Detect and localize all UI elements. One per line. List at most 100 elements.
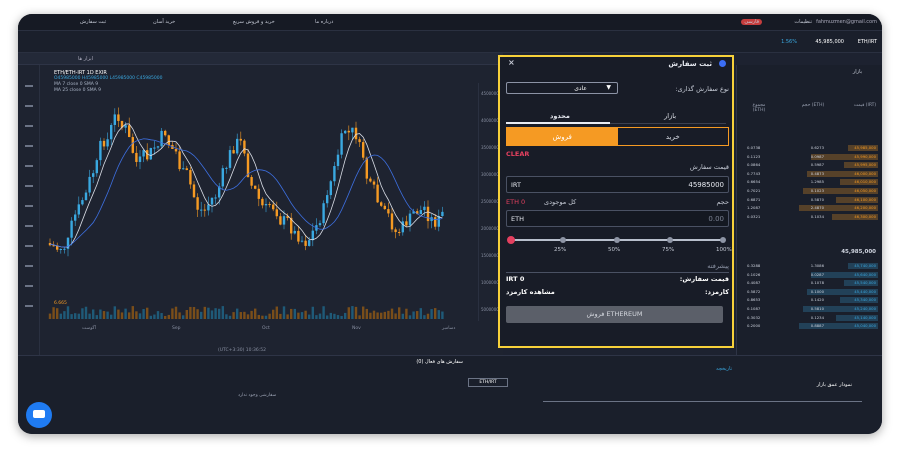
- zoom-icon[interactable]: [25, 225, 33, 227]
- orderbook-row[interactable]: 45,040,000 0.8887 0.2000: [741, 323, 878, 330]
- volume-bar: [376, 312, 379, 319]
- pattern-icon[interactable]: [25, 185, 33, 187]
- orderbook-cell: 0.7021: [747, 188, 761, 193]
- nav-item-settings[interactable]: تنظیمات: [794, 19, 812, 25]
- trash-icon[interactable]: [25, 305, 33, 307]
- volume-bar: [329, 312, 332, 319]
- nav-item-easy-buy[interactable]: خرید آسان: [153, 19, 175, 25]
- volume-bar: [354, 306, 358, 319]
- candlestick-plot[interactable]: [42, 83, 477, 321]
- volume-bar: [225, 314, 228, 319]
- orderbook-cell: 45,990,000: [854, 153, 876, 159]
- order-type-select[interactable]: عادی ▼: [506, 82, 618, 94]
- advanced-toggle[interactable]: پیشرفته: [707, 262, 729, 270]
- fee-link[interactable]: مشاهده کارمزد: [506, 288, 555, 296]
- nav-item-order[interactable]: ثبت سفارش: [80, 19, 106, 25]
- ruler-icon[interactable]: [25, 205, 33, 207]
- order-panel: ثبت سفارش × نوع سفارش گذاری: عادی ▼ بازا…: [498, 55, 734, 348]
- slider-handle[interactable]: [507, 236, 515, 244]
- orderbook-row[interactable]: 45,140,000 0.1234 0.3032: [741, 314, 878, 321]
- fib-icon[interactable]: [25, 125, 33, 127]
- eye-icon[interactable]: [25, 285, 33, 287]
- candle-body: [236, 138, 239, 154]
- orderbook-cell: 0.1034: [810, 213, 824, 219]
- orderbook-row[interactable]: 45,985,000 0.6273 0.0738: [741, 145, 878, 151]
- volume-bar: [131, 306, 134, 319]
- volume-bar: [336, 315, 340, 319]
- orderbook-row[interactable]: 46,300,000 0.1034 0.0321: [741, 213, 878, 220]
- slider-mark-25[interactable]: 25%: [554, 247, 566, 253]
- orderbook-row[interactable]: 45,340,000 0.1420 0.8653: [741, 297, 878, 304]
- orderbook-row[interactable]: 45,995,000 0.5987 0.0864: [741, 162, 878, 169]
- volume-bar: [430, 309, 433, 319]
- candle-body: [372, 181, 376, 185]
- orderbook-row[interactable]: 46,000,000 0.4873 0.7743: [741, 170, 878, 177]
- orderbook-cell: 1.2985: [810, 179, 824, 185]
- sell-tab[interactable]: فروش: [507, 128, 618, 145]
- candle-body: [347, 130, 350, 133]
- order-panel-title: ثبت سفارش: [668, 60, 712, 68]
- amount-input[interactable]: 0.00 ETH: [506, 210, 729, 227]
- orderbook-row[interactable]: 45,440,000 0.1000 0.5872: [741, 288, 878, 295]
- slider-mark-100[interactable]: 100%: [716, 247, 732, 253]
- chat-icon: [33, 410, 45, 418]
- candle-body: [200, 209, 203, 211]
- candle-body: [149, 148, 152, 160]
- text-icon[interactable]: [25, 165, 33, 167]
- nav-item-quick-trade[interactable]: خرید و فروش سریع: [233, 19, 275, 25]
- candle-body: [326, 195, 329, 204]
- cursor-icon[interactable]: [25, 85, 33, 87]
- candle-body: [84, 192, 88, 201]
- user-email[interactable]: fahmuzmen@gmail.com: [816, 19, 877, 25]
- orderbook-row[interactable]: 46,100,000 0.5870 0.6871: [741, 196, 878, 203]
- orderbook-row[interactable]: 45,540,000 0.1078 0.4087: [741, 280, 878, 287]
- orderbook-row[interactable]: 45,640,000 0.0287 0.1026: [741, 271, 878, 278]
- chat-support-button[interactable]: [26, 402, 52, 428]
- price-chart[interactable]: ETH/ETH-IRT 1D EXIR O45985000 H45985000 …: [18, 65, 503, 355]
- tab-tools[interactable]: ابزار ها: [78, 56, 93, 62]
- trend-line-icon[interactable]: [25, 105, 33, 107]
- volume-bar: [358, 315, 361, 319]
- volume-bar: [160, 313, 163, 319]
- orderbook-row[interactable]: 45,240,000 0.5810 0.1087: [741, 306, 878, 312]
- volume-bar: [405, 308, 408, 319]
- orders-filter[interactable]: ETH/IRT: [468, 378, 508, 387]
- time-axis: آگوست Sep Oct Nov دسامبر: [42, 323, 477, 335]
- tab-market[interactable]: بازار: [664, 112, 676, 120]
- orderbook-row[interactable]: 46,010,000 1.2985 0.6654: [741, 179, 878, 186]
- price-input[interactable]: 45985000 IRT: [506, 176, 729, 193]
- volume-bar: [232, 312, 235, 319]
- orderbook-row[interactable]: 46,050,000 0.1023 0.7021: [741, 188, 878, 194]
- volume-bar: [243, 311, 246, 319]
- slider-mark-50[interactable]: 50%: [608, 247, 620, 253]
- market-pair[interactable]: ETH/IRT: [858, 39, 877, 45]
- orderbook-cell: 46,010,000: [854, 179, 876, 185]
- candle-body: [441, 211, 444, 217]
- volume-bar: [146, 307, 149, 319]
- volume-bar: [207, 307, 210, 319]
- orderbook-cell: 0.0987: [810, 153, 824, 159]
- lock-icon[interactable]: [25, 265, 33, 267]
- candle-body: [401, 221, 404, 233]
- language-switch[interactable]: فارسی: [741, 19, 762, 25]
- tab-limit[interactable]: محدود: [550, 112, 570, 120]
- nav-item-about[interactable]: درباره ما: [315, 19, 333, 25]
- balance-value[interactable]: ETH 0: [506, 198, 525, 206]
- magnet-icon[interactable]: [25, 245, 33, 247]
- close-icon[interactable]: ×: [508, 58, 515, 67]
- info-icon: [719, 60, 726, 67]
- orderbook-row[interactable]: 45,990,000 0.0987 0.1123: [741, 153, 878, 160]
- orderbook-row[interactable]: 45,740,000 1.3086 0.3288: [741, 263, 878, 269]
- history-link[interactable]: تاریخچه: [716, 366, 732, 372]
- brush-icon[interactable]: [25, 145, 33, 147]
- volume-bar: [142, 309, 145, 319]
- slider-mark-75[interactable]: 75%: [662, 247, 674, 253]
- orderbook-cell: 46,000,000: [854, 170, 876, 176]
- submit-sell-button[interactable]: فروش ETHEREUM: [506, 306, 723, 323]
- clear-button[interactable]: CLEAR: [506, 150, 529, 158]
- buy-tab[interactable]: خرید: [618, 128, 729, 145]
- amount-slider[interactable]: [507, 236, 726, 244]
- orderbook-row[interactable]: 46,200,000 2.4870 1.2087: [741, 205, 878, 212]
- volume-bar: [369, 312, 372, 319]
- orderbook-cell: 45,140,000: [854, 314, 876, 320]
